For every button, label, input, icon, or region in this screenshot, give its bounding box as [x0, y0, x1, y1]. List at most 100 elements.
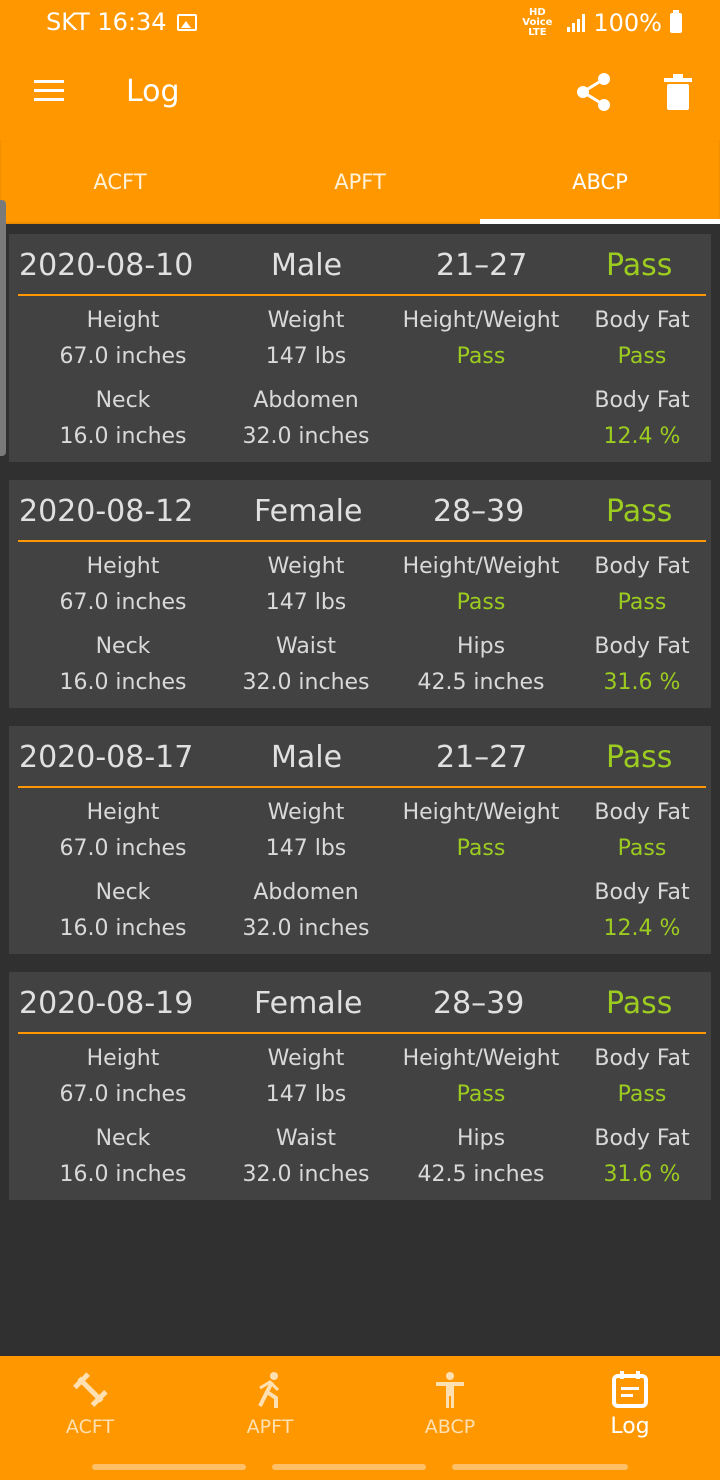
app-bar: Log [0, 44, 720, 140]
weight-value: 147 lbs [265, 1082, 347, 1107]
nav-abcp[interactable]: ABCP [360, 1356, 540, 1446]
tab-acft[interactable]: ACFT [0, 140, 240, 224]
height-weight-cell: Height/Weight Pass [393, 800, 569, 861]
bottom-navigation: ACFT APFT ABCP Log [0, 1356, 720, 1480]
body-fat-status-label: Body Fat [594, 554, 690, 579]
waist-value: 32.0 inches [242, 670, 370, 695]
neck-cell: Neck 16.0 inches [35, 634, 211, 695]
height-label: Height [86, 308, 160, 333]
height-cell: Height 67.0 inches [35, 800, 211, 861]
neck-value: 16.0 inches [59, 424, 187, 449]
neck-value: 16.0 inches [59, 670, 187, 695]
height-weight-label: Height/Weight [402, 1046, 560, 1071]
image-notification-icon [176, 13, 197, 31]
body-fat-status-cell: Body Fat Pass [554, 800, 720, 861]
signal-icon [567, 14, 586, 32]
body-fat-status-cell: Body Fat Pass [554, 1046, 720, 1107]
weight-label: Weight [267, 1046, 345, 1071]
gesture-hint [92, 1464, 246, 1470]
waist-value: 32.0 inches [242, 1162, 370, 1187]
body-fat-percent-value: 31.6 % [603, 1162, 681, 1187]
height-weight-value: Pass [456, 344, 506, 369]
entry-date: 2020-08-19 [19, 986, 194, 1021]
height-cell: Height 67.0 inches [35, 308, 211, 369]
height-value: 67.0 inches [59, 590, 187, 615]
log-entry-card[interactable]: 2020-08-12 Female 28–39 Pass Height 67.0… [9, 480, 711, 708]
height-weight-label: Height/Weight [402, 308, 560, 333]
tab-bar: ACFT APFT ABCP [0, 140, 720, 224]
body-fat-status-cell: Body Fat Pass [554, 308, 720, 369]
tab-apft[interactable]: APFT [240, 140, 480, 224]
entry-date: 2020-08-10 [19, 248, 194, 283]
hips-value: 42.5 inches [417, 670, 545, 695]
neck-cell: Neck 16.0 inches [35, 1126, 211, 1187]
carrier-time: SKT 16:34 [46, 8, 167, 36]
neck-label: Neck [95, 634, 151, 659]
entry-result: Pass [606, 740, 673, 775]
entry-gender: Female [254, 494, 363, 529]
abdomen-value: 32.0 inches [242, 424, 370, 449]
entry-header: 2020-08-10 Male 21–27 Pass [9, 234, 711, 296]
body-fat-status-value: Pass [617, 836, 667, 861]
waist-cell: Waist 32.0 inches [218, 1126, 394, 1187]
height-value: 67.0 inches [59, 836, 187, 861]
entry-divider [18, 540, 706, 542]
network-indicator: HD Voice LTE [522, 7, 553, 38]
body-fat-percent-label: Body Fat [594, 634, 690, 659]
body-fat-percent-cell: Body Fat 31.6 % [554, 634, 720, 695]
hips-cell: Hips 42.5 inches [393, 1126, 569, 1187]
waist-label: Waist [275, 634, 337, 659]
log-entry-card[interactable]: 2020-08-19 Female 28–39 Pass Height 67.0… [9, 972, 711, 1200]
nav-log[interactable]: Log [540, 1356, 720, 1446]
height-weight-value: Pass [456, 1082, 506, 1107]
menu-icon[interactable] [34, 80, 64, 102]
weight-cell: Weight 147 lbs [218, 800, 394, 861]
weight-value: 147 lbs [265, 590, 347, 615]
hips-label: Hips [456, 634, 506, 659]
entry-divider [18, 1032, 706, 1034]
abdomen-label: Abdomen [253, 880, 359, 905]
height-value: 67.0 inches [59, 1082, 187, 1107]
person-icon [436, 1372, 464, 1408]
running-icon [258, 1372, 280, 1408]
entry-gender: Male [271, 248, 343, 283]
status-bar: SKT 16:34 HD Voice LTE 100% [0, 0, 720, 44]
battery-icon [670, 10, 682, 33]
abdomen-value: 32.0 inches [242, 916, 370, 941]
nav-apft[interactable]: APFT [180, 1356, 360, 1446]
height-cell: Height 67.0 inches [35, 1046, 211, 1107]
waist-cell: Waist 32.0 inches [218, 634, 394, 695]
height-weight-cell: Height/Weight Pass [393, 1046, 569, 1107]
entry-header: 2020-08-12 Female 28–39 Pass [9, 480, 711, 542]
entry-age-group: 28–39 [433, 986, 525, 1021]
height-value: 67.0 inches [59, 344, 187, 369]
weight-value: 147 lbs [265, 836, 347, 861]
trash-icon[interactable] [664, 74, 692, 110]
log-entry-card[interactable]: 2020-08-10 Male 21–27 Pass Height 67.0 i… [9, 234, 711, 462]
gesture-hint [272, 1464, 426, 1470]
hips-label: Hips [456, 1126, 506, 1151]
neck-cell: Neck 16.0 inches [35, 388, 211, 449]
weight-label: Weight [267, 800, 345, 825]
body-fat-percent-label: Body Fat [594, 880, 690, 905]
edge-panel-handle[interactable] [0, 200, 6, 456]
log-list[interactable]: 2020-08-10 Male 21–27 Pass Height 67.0 i… [0, 224, 720, 1356]
nav-acft[interactable]: ACFT [0, 1356, 180, 1446]
height-weight-label: Height/Weight [402, 554, 560, 579]
log-entry-card[interactable]: 2020-08-17 Male 21–27 Pass Height 67.0 i… [9, 726, 711, 954]
share-icon[interactable] [576, 72, 612, 112]
page-title: Log [126, 74, 180, 109]
body-fat-status-label: Body Fat [594, 800, 690, 825]
entry-gender: Female [254, 986, 363, 1021]
entry-divider [18, 786, 706, 788]
neck-label: Neck [95, 1126, 151, 1151]
tab-abcp[interactable]: ABCP [480, 140, 720, 224]
battery-percent: 100% [593, 9, 662, 37]
hips-value: 42.5 inches [417, 1162, 545, 1187]
height-label: Height [86, 1046, 160, 1071]
weight-value: 147 lbs [265, 344, 347, 369]
entry-age-group: 21–27 [436, 248, 528, 283]
entry-result: Pass [606, 986, 673, 1021]
body-fat-percent-label: Body Fat [594, 388, 690, 413]
abdomen-cell: Abdomen 32.0 inches [218, 880, 394, 941]
